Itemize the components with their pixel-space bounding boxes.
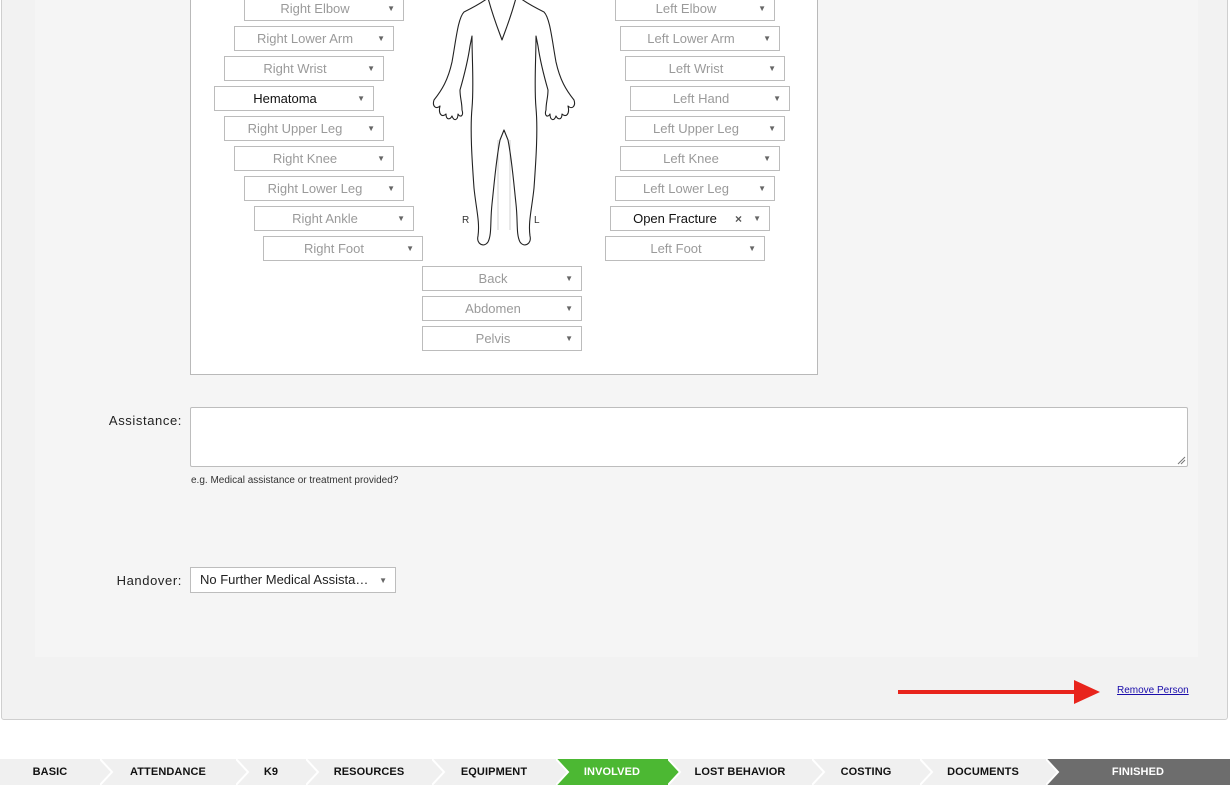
chevron-down-icon: ▼ (768, 64, 776, 73)
chevron-down-icon: ▼ (565, 304, 573, 313)
select-left-wrist[interactable]: Left Wrist ▼ (625, 56, 785, 81)
select-left-elbow[interactable]: Left Elbow ▼ (615, 0, 775, 21)
assistance-hint: e.g. Medical assistance or treatment pro… (191, 475, 399, 486)
select-label: Left Hand (672, 91, 730, 106)
select-right-lower-leg[interactable]: Right Lower Leg ▼ (244, 176, 404, 201)
figure-right-label: R (462, 215, 470, 226)
step-documents[interactable]: DOCUMENTS (920, 759, 1046, 785)
select-label: Right Lower Arm (256, 31, 354, 46)
assistance-label: Assistance: (108, 413, 182, 428)
chevron-down-icon: ▼ (753, 214, 761, 223)
step-separator-icon (306, 759, 320, 785)
select-back[interactable]: Back ▼ (422, 266, 582, 291)
chevron-down-icon: ▼ (406, 244, 414, 253)
select-label: Back (478, 271, 508, 286)
chevron-down-icon: ▼ (387, 4, 395, 13)
chevron-down-icon: ▼ (357, 94, 365, 103)
step-lost-behavior[interactable]: LOST BEHAVIOR (668, 759, 812, 785)
select-label: Right Foot (304, 241, 364, 256)
handover-label: Handover: (116, 573, 182, 588)
select-label: Right Wrist (263, 61, 327, 76)
select-label: Right Knee (272, 151, 338, 166)
step-separator-icon (432, 759, 446, 785)
handover-select[interactable]: No Further Medical Assista… ▼ (190, 567, 396, 593)
select-pelvis[interactable]: Pelvis ▼ (422, 326, 582, 351)
step-involved[interactable]: INVOLVED (556, 759, 668, 785)
select-right-knee[interactable]: Right Knee ▼ (234, 146, 394, 171)
step-separator-icon (668, 759, 682, 785)
select-label: Hematoma (253, 91, 317, 106)
select-label: Right Lower Leg (267, 181, 363, 196)
wizard-steps: BASIC ATTENDANCE K9 RESOURCES EQUIPMENT … (0, 759, 1230, 785)
select-label: Right Elbow (280, 1, 350, 16)
select-right-lower-arm[interactable]: Right Lower Arm ▼ (234, 26, 394, 51)
select-label: Pelvis (475, 331, 511, 346)
select-right-ankle[interactable]: Right Ankle ▼ (254, 206, 414, 231)
step-resources[interactable]: RESOURCES (306, 759, 432, 785)
figure-left-label: L (534, 215, 540, 226)
select-label: Left Upper Leg (652, 121, 739, 136)
remove-person-link[interactable]: Remove Person (1117, 685, 1189, 696)
step-finished[interactable]: FINISHED (1046, 759, 1230, 785)
select-left-foot[interactable]: Left Foot ▼ (605, 236, 765, 261)
chevron-down-icon: ▼ (758, 4, 766, 13)
select-label: Left Lower Leg (642, 181, 729, 196)
chevron-down-icon: ▼ (748, 244, 756, 253)
body-figure-icon (432, 0, 576, 246)
select-right-foot[interactable]: Right Foot ▼ (263, 236, 423, 261)
step-costing[interactable]: COSTING (812, 759, 920, 785)
chevron-down-icon: ▼ (565, 334, 573, 343)
chevron-down-icon: ▼ (367, 124, 375, 133)
annotation-arrow-icon (898, 680, 1100, 704)
step-separator-icon (920, 759, 934, 785)
step-separator-icon (556, 759, 570, 785)
select-label: Left Elbow (655, 1, 717, 16)
select-label: Right Ankle (292, 211, 358, 226)
select-left-knee[interactable]: Left Knee ▼ (620, 146, 780, 171)
chevron-down-icon: ▼ (379, 576, 387, 585)
select-label: Left Foot (650, 241, 702, 256)
select-left-hand[interactable]: Left Hand ▼ (630, 86, 790, 111)
handover-value: No Further Medical Assista… (200, 572, 369, 587)
select-label: Left Wrist (668, 61, 724, 76)
select-label: Left Lower Arm (647, 31, 735, 46)
chevron-down-icon: ▼ (377, 154, 385, 163)
step-separator-icon (236, 759, 250, 785)
chevron-down-icon: ▼ (387, 184, 395, 193)
select-right-elbow[interactable]: Right Elbow ▼ (244, 0, 404, 21)
assistance-textarea[interactable] (190, 407, 1188, 467)
chevron-down-icon: ▼ (768, 124, 776, 133)
select-left-lower-arm[interactable]: Left Lower Arm ▼ (620, 26, 780, 51)
close-icon[interactable]: × (735, 208, 742, 231)
step-separator-icon (100, 759, 114, 785)
select-left-upper-leg[interactable]: Left Upper Leg ▼ (625, 116, 785, 141)
select-abdomen[interactable]: Abdomen ▼ (422, 296, 582, 321)
chevron-down-icon: ▼ (367, 64, 375, 73)
select-label: Open Fracture (633, 211, 717, 226)
step-attendance[interactable]: ATTENDANCE (100, 759, 236, 785)
chevron-down-icon: ▼ (397, 214, 405, 223)
step-separator-icon (1046, 759, 1060, 785)
step-separator-icon (812, 759, 826, 785)
chevron-down-icon: ▼ (565, 274, 573, 283)
resize-grip-icon[interactable] (1176, 455, 1186, 465)
select-right-hand[interactable]: Hematoma ▼ (214, 86, 374, 111)
chevron-down-icon: ▼ (763, 34, 771, 43)
select-label: Left Knee (663, 151, 719, 166)
chevron-down-icon: ▼ (758, 184, 766, 193)
select-right-upper-leg[interactable]: Right Upper Leg ▼ (224, 116, 384, 141)
chevron-down-icon: ▼ (377, 34, 385, 43)
select-label: Abdomen (465, 301, 521, 316)
chevron-down-icon: ▼ (763, 154, 771, 163)
select-left-ankle[interactable]: Open Fracture × ▼ (610, 206, 770, 231)
step-equipment[interactable]: EQUIPMENT (432, 759, 556, 785)
chevron-down-icon: ▼ (773, 94, 781, 103)
select-left-lower-leg[interactable]: Left Lower Leg ▼ (615, 176, 775, 201)
step-basic[interactable]: BASIC (0, 759, 100, 785)
select-right-wrist[interactable]: Right Wrist ▼ (224, 56, 384, 81)
select-label: Right Upper Leg (247, 121, 343, 136)
